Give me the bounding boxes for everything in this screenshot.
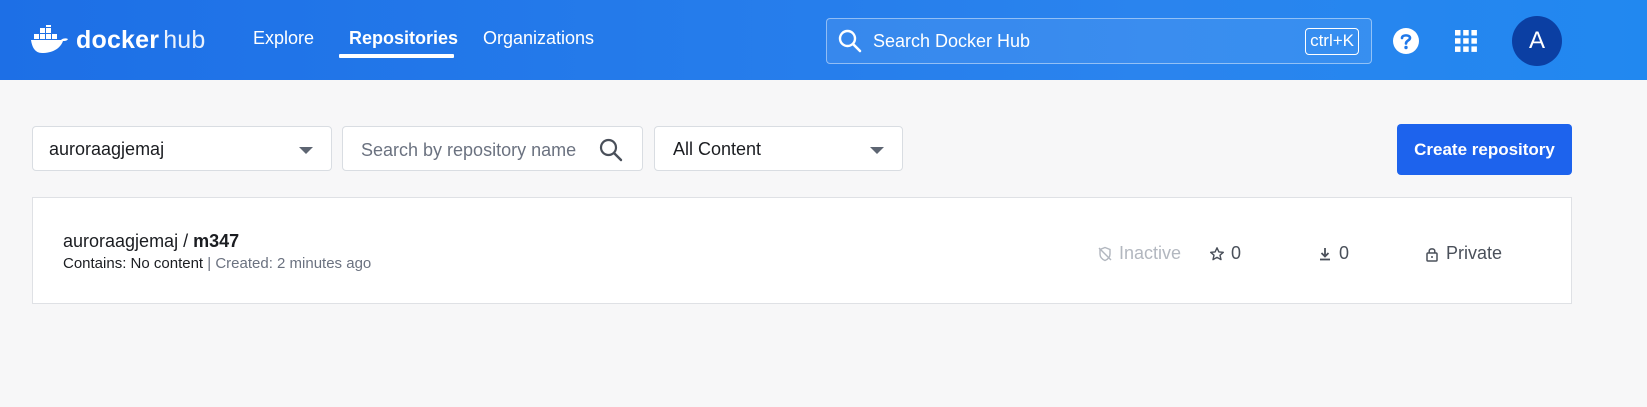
repository-search-input[interactable]: [361, 137, 581, 163]
repository-stars-count: 0: [1231, 243, 1242, 263]
download-icon: [1320, 247, 1330, 260]
repository-status-label: Inactive: [1119, 243, 1182, 263]
global-search-input[interactable]: [873, 27, 1273, 55]
namespace-select[interactable]: auroraagjemaj: [32, 126, 332, 171]
repository-list-item[interactable]: auroraagjemaj / m347 Contains: No conten…: [32, 197, 1572, 304]
chevron-down-icon: [299, 147, 313, 154]
star-icon: [1210, 246, 1224, 260]
content-filter-select[interactable]: All Content: [654, 126, 903, 171]
repository-status: Inactive: [1097, 243, 1181, 264]
top-navigation-bar: docker hub Explore Repositories Organizat…: [0, 0, 1647, 80]
search-icon: [599, 138, 623, 162]
nav-organizations[interactable]: Organizations: [483, 28, 594, 49]
repository-meta: Contains: No content | Created: 2 minute…: [63, 255, 371, 272]
user-avatar[interactable]: A: [1512, 16, 1562, 66]
shield-off-icon: [1098, 246, 1112, 261]
create-repository-button[interactable]: Create repository: [1397, 124, 1572, 175]
namespace-select-value: auroraagjemaj: [49, 139, 165, 159]
repository-separator: /: [178, 231, 194, 251]
repository-title[interactable]: auroraagjemaj / m347: [63, 231, 239, 252]
repository-search[interactable]: [342, 126, 643, 171]
global-search[interactable]: ctrl+K: [826, 18, 1372, 64]
logo-docker-text: docker: [76, 25, 160, 54]
search-icon: [838, 29, 862, 53]
repository-visibility: Private: [1424, 243, 1502, 264]
help-icon[interactable]: [1392, 27, 1420, 55]
logo-wordmark: docker hub: [76, 26, 206, 55]
apps-grid-icon[interactable]: [1455, 30, 1477, 52]
logo-hub-text: hub: [163, 25, 206, 54]
repository-stars: 0: [1209, 243, 1241, 264]
content-filter-value: All Content: [673, 139, 762, 159]
repository-pulls: 0: [1317, 243, 1349, 264]
repository-contents: Contains: No content: [63, 255, 204, 272]
repository-created: | Created: 2 minutes ago: [203, 255, 372, 272]
docker-whale-icon: [31, 25, 68, 53]
chevron-down-icon: [870, 147, 884, 154]
lock-icon: [1426, 247, 1438, 262]
active-tab-indicator: [339, 54, 454, 58]
nav-explore[interactable]: Explore: [253, 28, 314, 49]
search-shortcut-hint: ctrl+K: [1305, 28, 1359, 55]
repository-name: m347: [193, 231, 240, 251]
nav-repositories[interactable]: Repositories: [349, 28, 458, 49]
repository-visibility-label: Private: [1446, 243, 1503, 263]
repository-pulls-count: 0: [1339, 243, 1350, 263]
docker-hub-logo[interactable]: docker hub: [30, 20, 206, 60]
repository-namespace: auroraagjemaj: [63, 231, 179, 251]
